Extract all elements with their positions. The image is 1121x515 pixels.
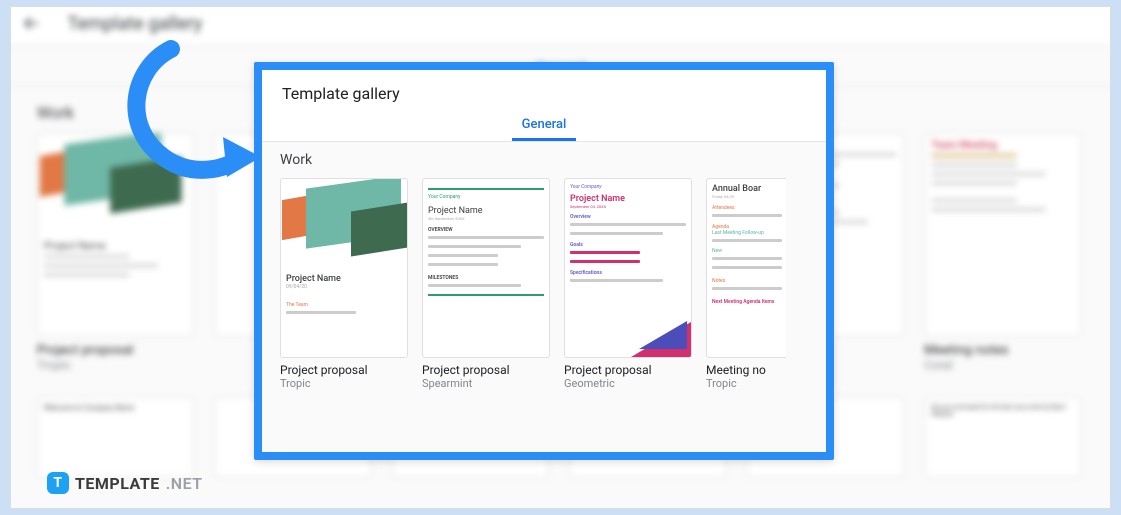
template-card[interactable]: Project Name 09/04/20 The Team Project p… xyxy=(280,178,408,390)
template-subtitle: Tropic xyxy=(280,377,408,390)
watermark: T TEMPLATE .NET xyxy=(47,472,203,494)
template-thumb: Your Company Project Name 4th September … xyxy=(422,178,550,358)
overlay-tabs: General xyxy=(262,111,826,142)
back-arrow-icon[interactable] xyxy=(20,12,42,34)
template-subtitle: Spearmint xyxy=(422,377,550,390)
template-title: Meeting notes xyxy=(924,343,1081,358)
overlay-title: Template gallery xyxy=(282,84,806,103)
template-card[interactable]: Annual Boar Friday 04.09 Attendees Agend… xyxy=(706,178,786,390)
overlay-panel: Template gallery General Work Project Na… xyxy=(254,62,834,460)
watermark-suffix: .NET xyxy=(166,474,203,493)
template-card[interactable]: Your Company Project Name September 04, … xyxy=(564,178,692,390)
template-thumb[interactable]: We are nominated for the best new artist… xyxy=(924,397,1081,479)
overlay-template-row: Project Name 09/04/20 The Team Project p… xyxy=(280,178,808,390)
template-card[interactable]: Team Meeting Meeting notes Coral xyxy=(924,133,1081,373)
overlay-section-title: Work xyxy=(280,152,808,168)
template-subtitle: Tropic xyxy=(706,377,786,390)
watermark-brand: TEMPLATE xyxy=(75,474,160,493)
template-thumb: Your Company Project Name September 04, … xyxy=(564,178,692,358)
template-thumb: Project Name 09/04/20 The Team xyxy=(280,178,408,358)
overlay-tab-general[interactable]: General xyxy=(512,111,577,141)
template-thumb: Team Meeting xyxy=(924,133,1081,337)
template-title: Project proposal xyxy=(37,343,194,358)
template-title: Project proposal xyxy=(280,363,408,377)
callout-arrow-icon xyxy=(111,39,261,179)
template-title: Project proposal xyxy=(564,363,692,377)
watermark-logo-icon: T xyxy=(47,472,69,494)
bg-page-title: Template gallery xyxy=(67,13,202,34)
template-title: Meeting no xyxy=(706,363,786,377)
thumb-heading: Project Name xyxy=(44,241,187,252)
template-thumb[interactable]: Welcome to Company Name xyxy=(37,397,194,479)
template-subtitle: Coral xyxy=(924,358,1081,372)
template-thumb: Annual Boar Friday 04.09 Attendees Agend… xyxy=(706,178,786,358)
template-subtitle: Tropic xyxy=(37,358,194,372)
template-subtitle: Geometric xyxy=(564,377,692,390)
template-card[interactable]: Your Company Project Name 4th September … xyxy=(422,178,550,390)
template-title: Project proposal xyxy=(422,363,550,377)
